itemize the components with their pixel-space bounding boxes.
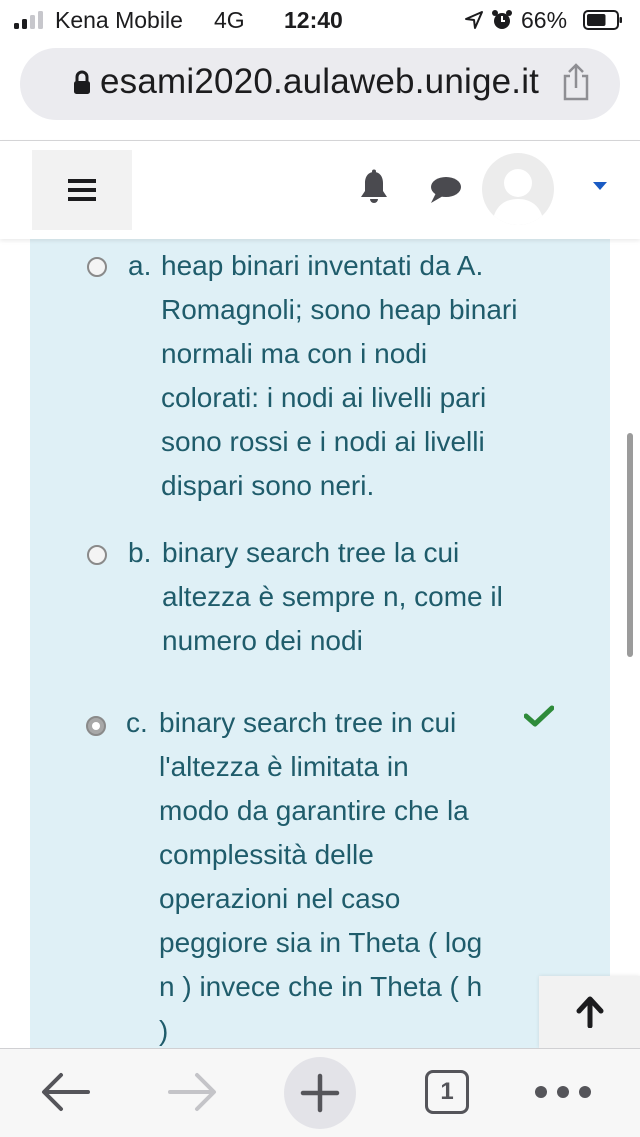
radio-option-b[interactable]: [87, 545, 107, 565]
avatar-placeholder[interactable]: [482, 153, 554, 225]
answer-option-b[interactable]: b. binary search tree la cui altezza è s…: [30, 531, 610, 671]
option-letter: b.: [128, 537, 152, 568]
caret-down-icon[interactable]: [592, 181, 608, 191]
option-letter: a.: [128, 250, 152, 281]
status-bar: Kena Mobile 4G 12:40 66%: [0, 0, 640, 40]
tab-switcher-button[interactable]: 1: [425, 1070, 469, 1114]
answer-option-a[interactable]: a. heap binari inventati da A. Romagnoli…: [30, 239, 610, 519]
carrier-name: Kena Mobile: [55, 7, 183, 33]
answer-options-panel: a. heap binari inventati da A. Romagnoli…: [30, 239, 610, 1059]
answer-option-c[interactable]: c. binary search tree in cui l'altezza è…: [30, 701, 610, 1059]
hamburger-menu-icon[interactable]: [32, 150, 132, 230]
back-to-top-button[interactable]: [539, 976, 640, 1048]
forward-arrow-icon[interactable]: [166, 1071, 218, 1113]
chat-bubble-icon[interactable]: [428, 175, 462, 205]
option-text: binary search tree la cui altezza è semp…: [162, 537, 503, 656]
share-icon[interactable]: [560, 62, 592, 102]
network-type: 4G: [214, 7, 245, 33]
battery-percentage: 66%: [521, 7, 568, 33]
plus-icon: [300, 1073, 340, 1113]
lock-icon: [74, 70, 90, 94]
radio-option-c-selected[interactable]: [86, 716, 106, 736]
bell-icon[interactable]: [358, 169, 390, 205]
radio-option-a[interactable]: [87, 257, 107, 277]
back-arrow-icon[interactable]: [40, 1071, 92, 1113]
url-text[interactable]: esami2020.aulaweb.unige.it: [100, 62, 539, 102]
page-scrollbar[interactable]: [627, 433, 633, 657]
option-text: heap binari inventati da A. Romagnoli; s…: [161, 250, 518, 501]
correct-check-icon: [524, 705, 554, 727]
signal-icon: [14, 11, 48, 29]
address-bar[interactable]: esami2020.aulaweb.unige.it: [20, 48, 620, 120]
arrow-up-icon: [576, 996, 604, 1028]
clock: 12:40: [284, 7, 343, 33]
more-dots-icon[interactable]: [534, 1085, 592, 1099]
alarm-icon: [492, 10, 512, 29]
browser-toolbar: 1: [0, 1048, 640, 1137]
option-letter: c.: [126, 707, 148, 738]
location-arrow-icon: [465, 11, 483, 29]
battery-icon: [583, 10, 622, 30]
option-text: binary search tree in cui l'altezza è li…: [159, 707, 483, 1046]
new-tab-button[interactable]: [284, 1057, 356, 1129]
site-navbar: [0, 141, 640, 239]
